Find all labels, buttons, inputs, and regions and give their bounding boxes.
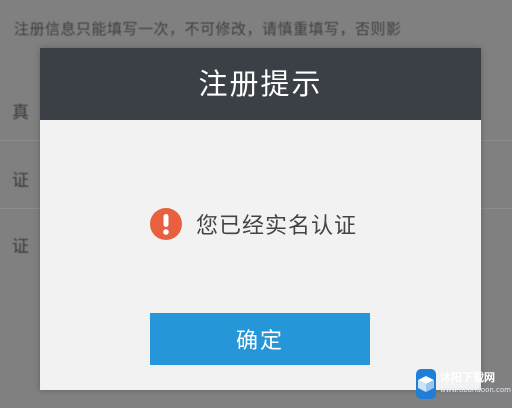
dialog-message-row: 您已经实名认证 [150,206,357,242]
watermark-cube-icon [416,369,436,399]
watermark-logo: 沐阳下载网 www.ubandoon.com [416,366,511,402]
registration-dialog: 注册提示 您已经实名认证 确定 [40,48,481,390]
watermark-title: 沐阳下载网 [440,371,495,384]
background-label-real-name: 真 [12,103,29,123]
background-label-id-type: 证 [12,171,29,191]
dialog-header: 注册提示 [40,48,481,120]
watermark-text: 沐阳下载网 www.ubandoon.com [440,371,511,397]
screen: 注册信息只能填写一次，不可修改，请慎重填写，否则影 真 证 证 注册提示 您已经… [0,0,512,408]
dialog-message: 您已经实名认证 [196,214,358,239]
warning-icon [150,208,182,240]
dialog-title: 注册提示 [198,67,323,101]
background-label-id-number: 证 [12,237,29,257]
background-notice: 注册信息只能填写一次，不可修改，请慎重填写，否则影 [14,20,402,38]
confirm-button[interactable]: 确定 [150,313,370,365]
watermark-subtitle: www.ubandoon.com [440,386,511,394]
